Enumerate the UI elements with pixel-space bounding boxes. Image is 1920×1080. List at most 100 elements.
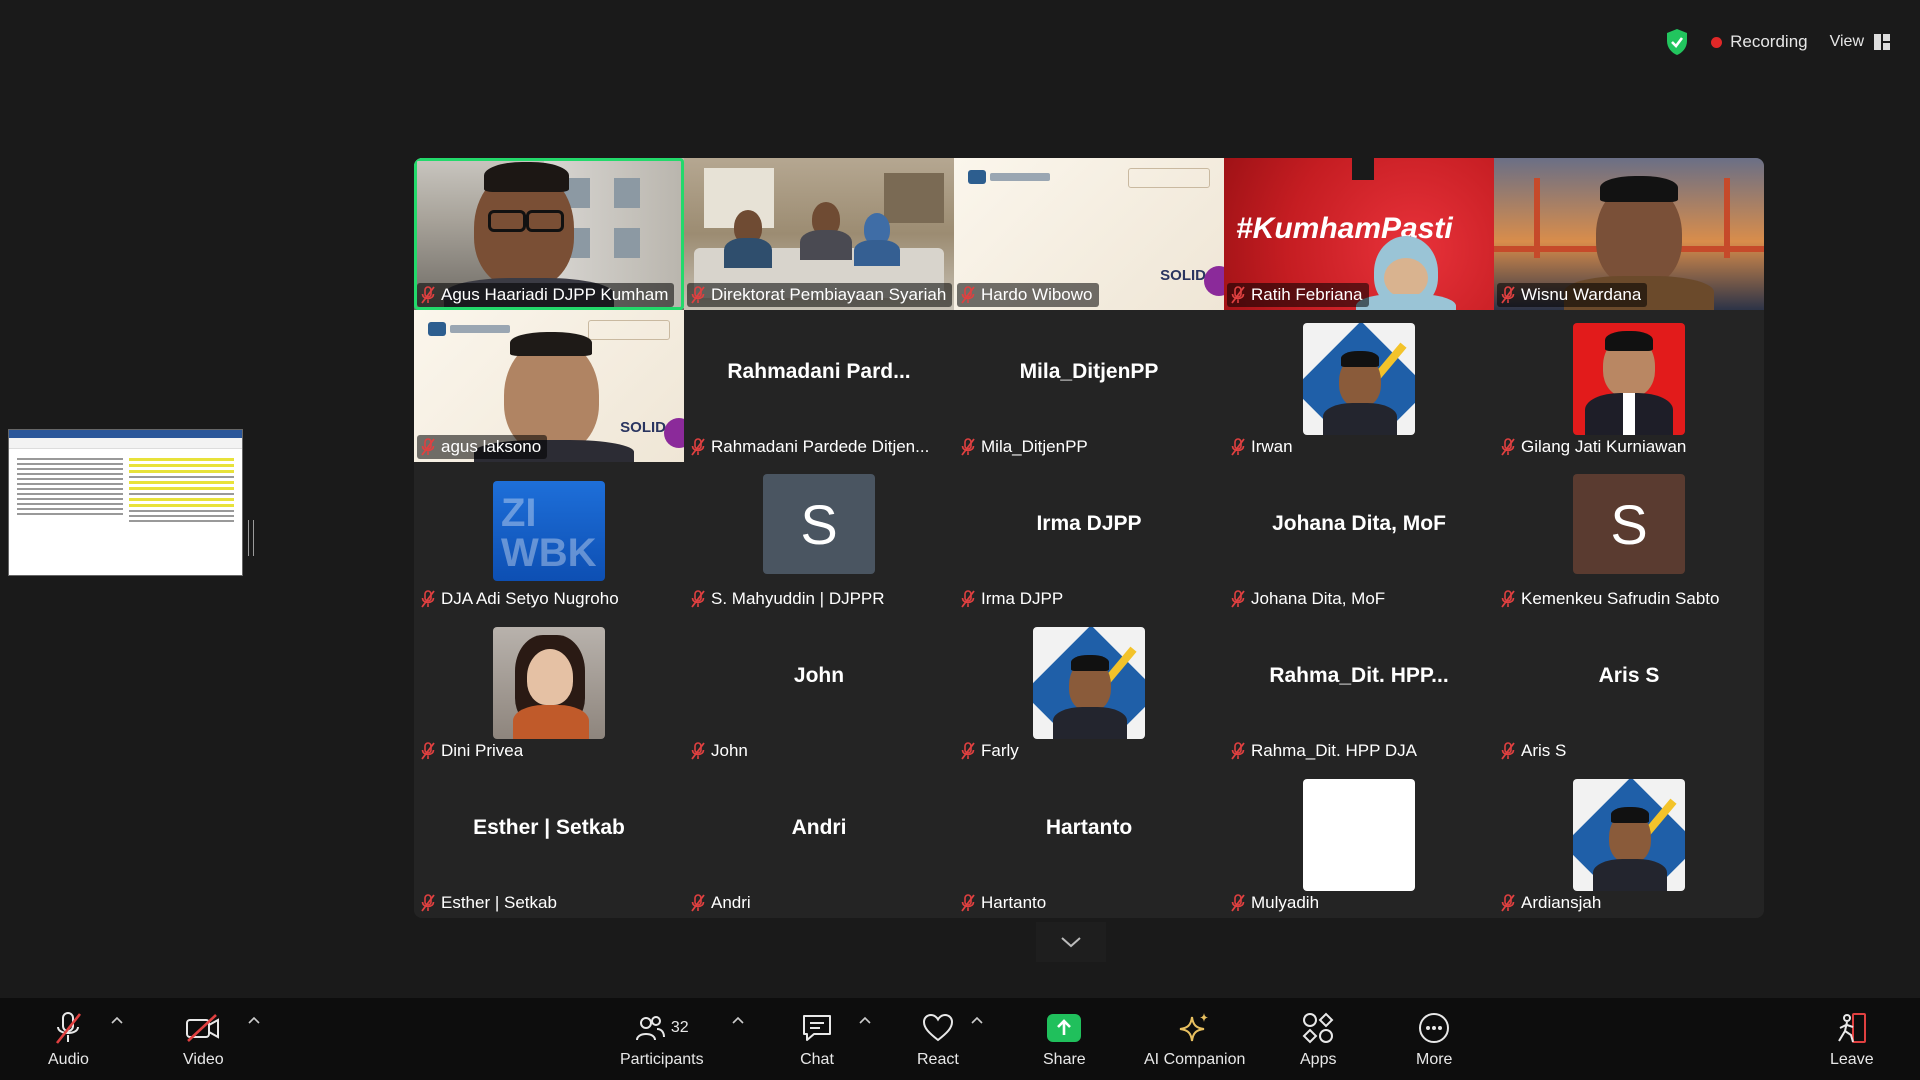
participant-tile[interactable]: Mulyadih: [1224, 766, 1494, 918]
participants-button[interactable]: 32 Participants: [620, 1010, 704, 1069]
participant-name-label: John: [687, 739, 754, 763]
scroll-down-button[interactable]: [1036, 922, 1106, 962]
participant-tile[interactable]: Agus Haariadi DJPP Kumham: [414, 158, 684, 310]
react-button[interactable]: React: [917, 1010, 959, 1069]
participant-tile[interactable]: Mila_DitjenPP Mila_DitjenPP: [954, 310, 1224, 462]
view-button[interactable]: View: [1830, 33, 1890, 51]
share-label: Share: [1043, 1051, 1086, 1068]
audio-options-caret-icon[interactable]: [111, 1016, 123, 1024]
participant-tile[interactable]: Gilang Jati Kurniawan: [1494, 310, 1764, 462]
participant-tile[interactable]: Wisnu Wardana: [1494, 158, 1764, 310]
ai-companion-button[interactable]: AI Companion: [1144, 1010, 1245, 1069]
microphone-muted-icon: [421, 438, 435, 456]
participant-name-label: Esther | Setkab: [417, 891, 563, 915]
participant-tile[interactable]: SOLID Hardo Wibowo: [954, 158, 1224, 310]
participant-tile[interactable]: #KumhamPasti Ratih Febriana: [1224, 158, 1494, 310]
microphone-muted-icon: [691, 742, 705, 760]
ai-companion-label: AI Companion: [1144, 1051, 1246, 1068]
audio-button[interactable]: Audio: [48, 1010, 89, 1069]
participant-tile[interactable]: Direktorat Pembiayaan Syariah: [684, 158, 954, 310]
zi-wbk-logo-text: ZI WBK: [501, 491, 597, 575]
participant-tile[interactable]: Andri Andri: [684, 766, 954, 918]
apps-button[interactable]: Apps: [1300, 1010, 1336, 1069]
recording-indicator[interactable]: Recording: [1711, 32, 1808, 52]
more-label: More: [1416, 1051, 1453, 1068]
participant-tile[interactable]: S S. Mahyuddin | DJPPR: [684, 462, 954, 614]
participant-name-label: Irwan: [1227, 435, 1299, 459]
security-shield-icon[interactable]: [1665, 28, 1689, 56]
participant-tile[interactable]: Rahmadani Pard... Rahmadani Pardede Ditje…: [684, 310, 954, 462]
participants-options-caret-icon[interactable]: [732, 1016, 744, 1024]
participant-tile[interactable]: Esther | Setkab Esther | Setkab: [414, 766, 684, 918]
microphone-muted-icon: [1501, 590, 1515, 608]
participant-tile[interactable]: Dini Privea: [414, 614, 684, 766]
participant-tile[interactable]: Aris S Aris S: [1494, 614, 1764, 766]
video-options-caret-icon[interactable]: [248, 1016, 260, 1024]
participant-name-label: Direktorat Pembiayaan Syariah: [687, 283, 953, 307]
shared-screen-thumbnail[interactable]: [8, 429, 243, 576]
participant-name: Gilang Jati Kurniawan: [1521, 437, 1687, 456]
participant-name: Direktorat Pembiayaan Syariah: [711, 285, 947, 304]
video-button[interactable]: Video: [183, 1010, 224, 1069]
participant-name-label: agus laksono: [417, 435, 548, 459]
participant-tile[interactable]: Johana Dita, MoF Johana Dita, MoF: [1224, 462, 1494, 614]
participant-display-name: Mila_DitjenPP: [1019, 360, 1159, 383]
profile-picture: [1033, 627, 1145, 739]
participant-tile[interactable]: ZI WBK DJA Adi Setyo Nugroho: [414, 462, 684, 614]
microphone-muted-icon: [421, 286, 435, 304]
share-button[interactable]: Share: [1043, 1010, 1086, 1069]
participant-tile[interactable]: Hartanto Hartanto: [954, 766, 1224, 918]
participant-name-label: Ratih Febriana: [1227, 283, 1369, 307]
chat-button[interactable]: Chat: [800, 1010, 834, 1069]
thumbnail-drag-handle[interactable]: [248, 520, 254, 556]
chat-options-caret-icon[interactable]: [859, 1016, 871, 1024]
react-label: React: [917, 1051, 959, 1068]
participant-tile[interactable]: Ardiansjah: [1494, 766, 1764, 918]
participant-display-name: Rahma_Dit. HPP...: [1269, 664, 1449, 687]
participant-name-label: Ardiansjah: [1497, 891, 1607, 915]
participant-name: Rahmadani Pardede Ditjen...: [711, 437, 930, 456]
participant-name: Wisnu Wardana: [1521, 285, 1642, 304]
participant-name: Irwan: [1251, 437, 1293, 456]
microphone-muted-icon: [691, 590, 705, 608]
react-options-caret-icon[interactable]: [971, 1016, 983, 1024]
participant-name-label: Agus Haariadi DJPP Kumham: [417, 283, 675, 307]
participants-label: Participants: [620, 1051, 704, 1068]
avatar-letter: S: [800, 492, 838, 556]
banner-logo-text: SOLID: [620, 419, 666, 436]
microphone-muted-icon: [691, 438, 705, 456]
participant-name: S. Mahyuddin | DJPPR: [711, 589, 885, 608]
participant-tile[interactable]: John John: [684, 614, 954, 766]
camera-off-icon: [186, 1014, 220, 1042]
participant-name-label: Hartanto: [957, 891, 1052, 915]
document-preview: [9, 449, 242, 531]
participant-tile[interactable]: Irma DJPP Irma DJPP: [954, 462, 1224, 614]
microphone-muted-icon: [961, 894, 975, 912]
participant-tile[interactable]: Farly: [954, 614, 1224, 766]
profile-picture: ZI WBK: [493, 481, 605, 581]
participant-tile[interactable]: SOLID agus laksono: [414, 310, 684, 462]
chat-icon: [803, 1015, 831, 1041]
participant-name: Ardiansjah: [1521, 893, 1602, 912]
recording-label: Recording: [1730, 32, 1808, 51]
profile-picture: [1303, 323, 1415, 435]
participant-name: agus laksono: [441, 437, 542, 456]
participant-tile[interactable]: Rahma_Dit. HPP... Rahma_Dit. HPP DJA: [1224, 614, 1494, 766]
participant-tile[interactable]: Irwan: [1224, 310, 1494, 462]
leave-icon: [1837, 1013, 1866, 1043]
participant-name: Esther | Setkab: [441, 893, 557, 912]
participant-name-label: Rahma_Dit. HPP DJA: [1227, 739, 1423, 763]
participant-display-name: Irma DJPP: [1036, 512, 1142, 535]
leave-button[interactable]: Leave: [1830, 1010, 1874, 1069]
share-screen-icon: [1047, 1014, 1082, 1042]
participant-name: Kemenkeu Safrudin Sabto: [1521, 589, 1720, 608]
participant-display-name: Aris S: [1598, 664, 1660, 687]
microphone-muted-icon: [1231, 894, 1245, 912]
meeting-toolbar: Audio Video 32 Participants Chat React S…: [0, 998, 1920, 1080]
profile-picture: [1573, 779, 1685, 891]
microphone-muted-icon: [1501, 894, 1515, 912]
more-button[interactable]: More: [1416, 1010, 1452, 1069]
profile-picture: [1303, 779, 1415, 891]
participant-name: Agus Haariadi DJPP Kumham: [441, 285, 669, 304]
participant-tile[interactable]: S Kemenkeu Safrudin Sabto: [1494, 462, 1764, 614]
